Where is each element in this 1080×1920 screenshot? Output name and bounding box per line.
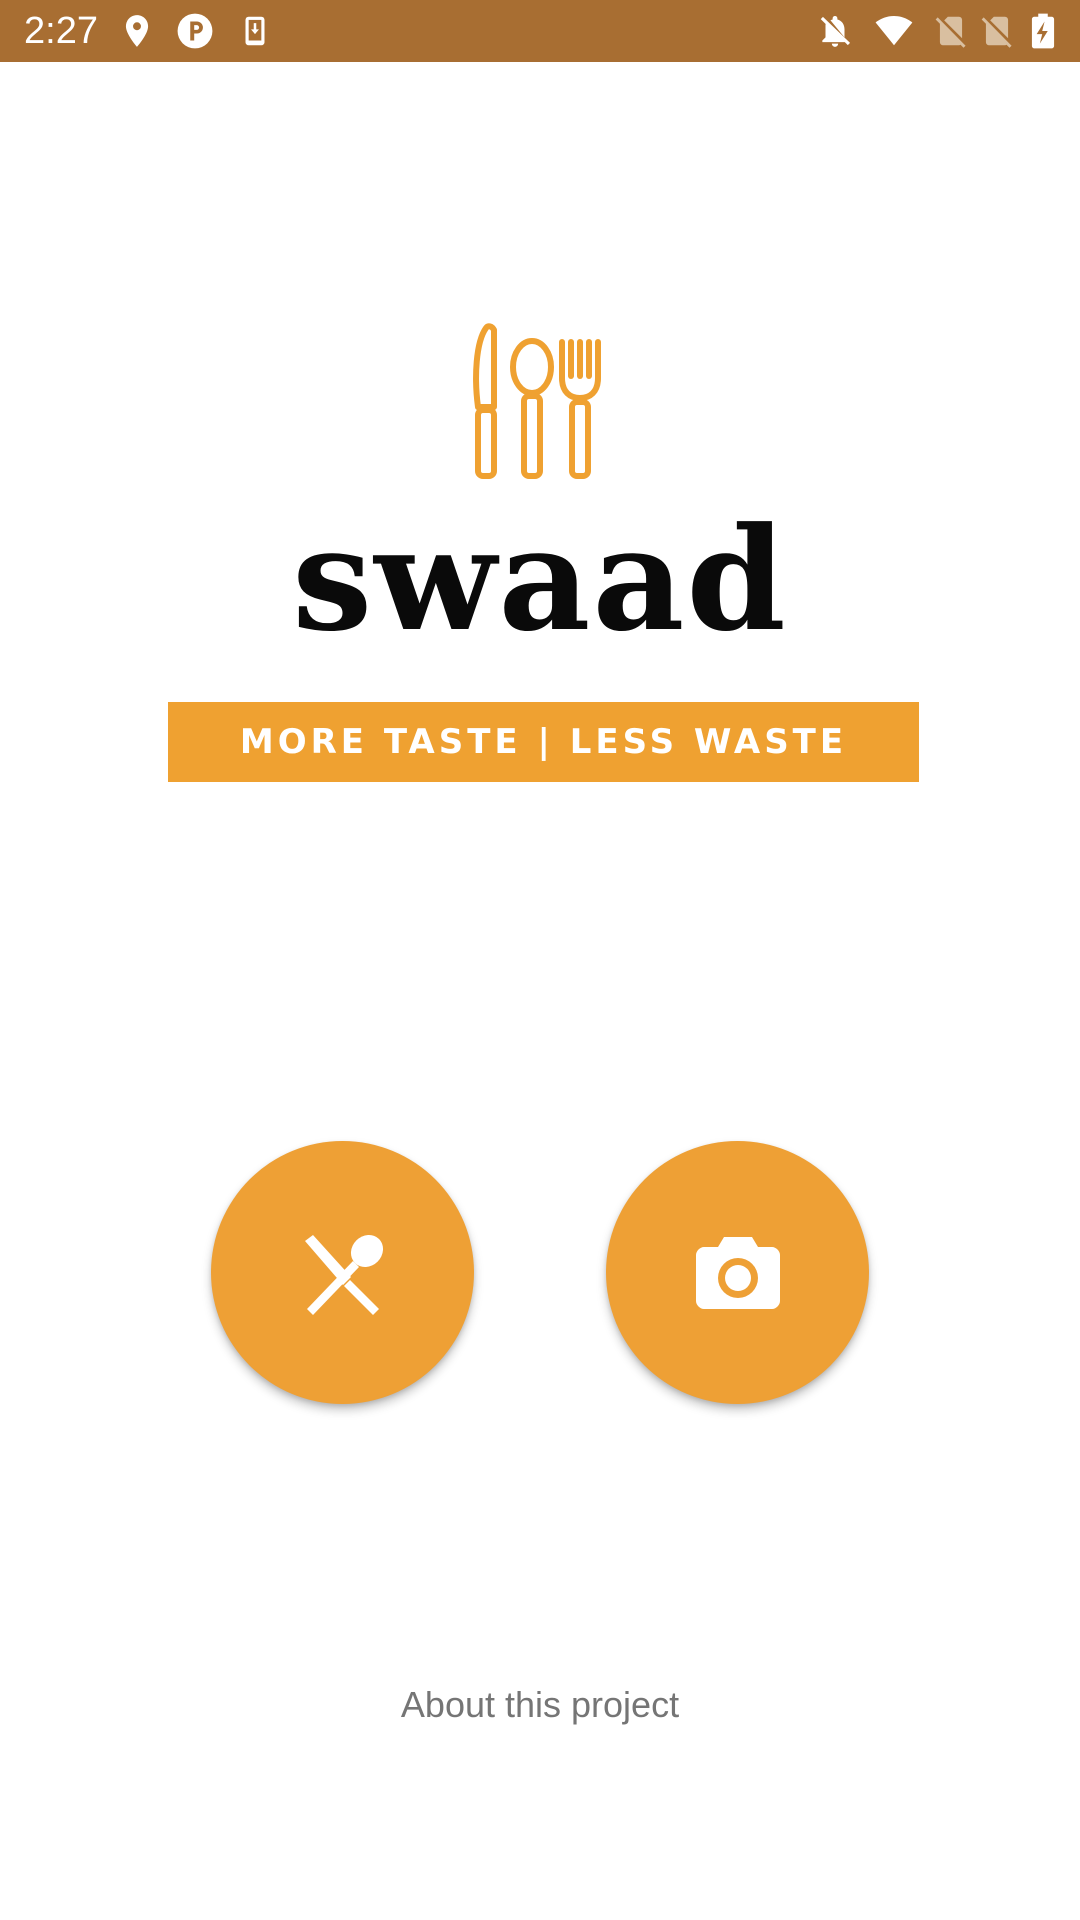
camera-button[interactable] [606,1141,869,1404]
camera-icon [688,1223,788,1323]
tagline-banner: MORE TASTE | LESS WASTE [168,702,919,782]
about-project-link[interactable]: About this project [0,1680,1080,1730]
location-pin-icon [118,12,156,50]
status-time: 2:27 [24,10,98,52]
parking-app-icon [176,12,214,50]
wifi-icon [872,12,916,50]
notifications-off-icon [816,12,854,50]
restaurant-icon [293,1223,393,1323]
status-bar: 2:27 [0,0,1080,62]
battery-charging-icon [1026,12,1060,50]
cutlery-icon [466,322,606,482]
no-sim-icon [978,12,1016,50]
restaurant-button[interactable] [211,1141,474,1404]
no-sim-icon [932,12,970,50]
tagline-text: MORE TASTE | LESS WASTE [239,722,848,762]
app-name: swaad [292,497,788,663]
download-notification-icon [236,12,274,50]
home-screen: 2:27 swaad MORE TASTE | LESS WASTE About… [0,0,1080,1920]
